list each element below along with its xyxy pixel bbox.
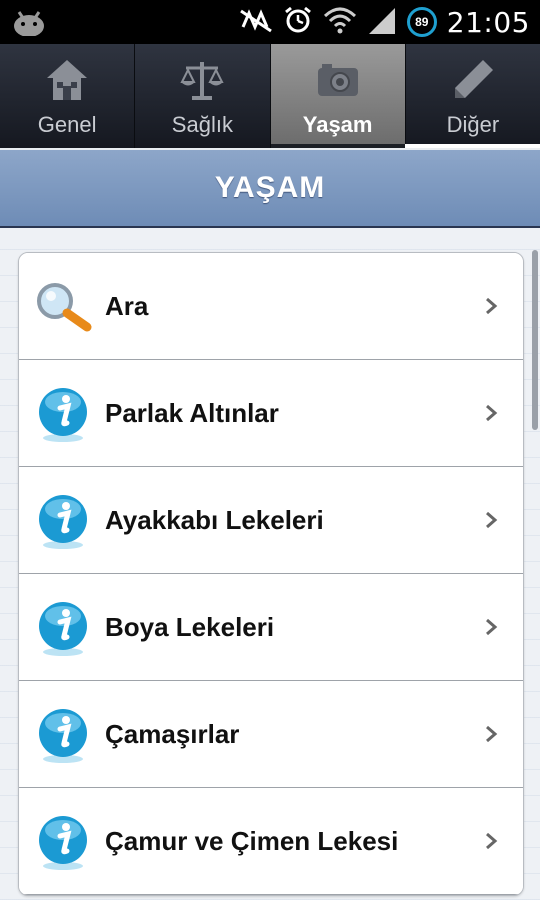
list-item-ara[interactable]: Ara	[19, 253, 523, 360]
chevron-right-icon	[486, 725, 498, 743]
alarm-icon	[283, 5, 313, 40]
menu-list: Ara Parlak Altınlar Ayakkabı Lekeleri Bo…	[18, 252, 524, 896]
android-icon	[12, 6, 46, 41]
chevron-right-icon	[486, 404, 498, 422]
scrollbar[interactable]	[532, 250, 538, 430]
magnifier-icon	[37, 283, 92, 332]
no-signal-icon	[239, 7, 273, 38]
tab-indicator-line	[405, 144, 540, 148]
battery-icon: 89	[406, 7, 437, 37]
info-icon	[39, 495, 87, 549]
wifi-icon	[323, 6, 357, 39]
tab-label: Diğer	[446, 112, 500, 137]
pencil-icon	[454, 60, 493, 98]
tab-label: Sağlık	[171, 112, 233, 137]
tab-diger[interactable]: Diğer	[406, 44, 540, 148]
clock: 21:05	[446, 5, 530, 39]
list-item-label: Çamur ve Çimen Lekesi	[105, 825, 399, 856]
info-icon	[39, 388, 87, 442]
chevron-right-icon	[486, 618, 498, 636]
list-item-label: Ara	[105, 290, 149, 321]
info-icon	[39, 602, 87, 656]
status-bar: 89 21:05	[0, 0, 540, 44]
list-item-ayakkabi-lekeleri[interactable]: Ayakkabı Lekeleri	[19, 467, 523, 574]
list-item-camasirlar[interactable]: Çamaşırlar	[19, 681, 523, 788]
chevron-right-icon	[486, 297, 498, 315]
scales-icon	[180, 62, 224, 100]
chevron-right-icon	[486, 832, 498, 850]
list-item-label: Parlak Altınlar	[105, 397, 279, 428]
page-header: YAŞAM	[0, 150, 540, 228]
home-icon	[47, 60, 88, 100]
info-icon	[39, 709, 87, 763]
tab-bar: Genel Sağlık Yaşam Diğer	[0, 44, 540, 148]
tab-label: Genel	[37, 112, 97, 137]
list-item-boya-lekeleri[interactable]: Boya Lekeleri	[19, 574, 523, 681]
camera-icon	[317, 64, 358, 96]
list-item-camur-ve-cimen-lekesi[interactable]: Çamur ve Çimen Lekesi	[19, 788, 523, 895]
tab-genel[interactable]: Genel	[0, 44, 136, 148]
page-title: YAŞAM	[214, 171, 326, 204]
tab-label: Yaşam	[302, 112, 373, 137]
tab-saglik[interactable]: Sağlık	[135, 44, 271, 148]
list-item-label: Çamaşırlar	[105, 718, 240, 749]
list-item-label: Ayakkabı Lekeleri	[105, 504, 324, 535]
tab-yasam[interactable]: Yaşam	[270, 44, 406, 148]
list-item-parlak-altinlar[interactable]: Parlak Altınlar	[19, 360, 523, 467]
signal-icon	[367, 6, 397, 39]
info-icon	[39, 816, 87, 870]
list-item-label: Boya Lekeleri	[105, 611, 275, 642]
chevron-right-icon	[486, 511, 498, 529]
